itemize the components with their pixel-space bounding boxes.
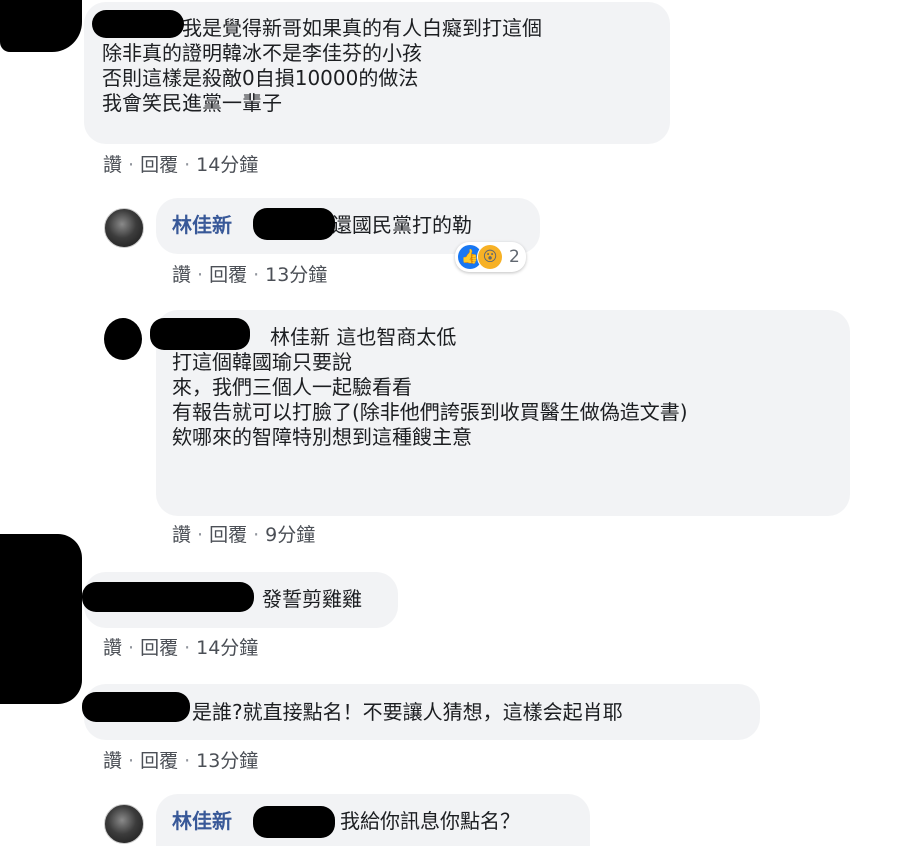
comment-text-line: 欸哪來的智障特別想到這種餿主意 — [172, 425, 472, 449]
redacted-avatar — [104, 318, 142, 360]
reply-button[interactable]: 回覆 — [209, 524, 247, 546]
reply-button[interactable]: 回覆 — [140, 154, 178, 176]
comment-text: 是誰?就直接點名！不要讓人猜想，這樣会起肖耶 — [192, 700, 623, 724]
comment-text-line: 打這個韓國瑜只要說 — [172, 350, 352, 374]
redacted-name — [253, 806, 335, 838]
like-button[interactable]: 讚 — [103, 750, 122, 772]
like-button[interactable]: 讚 — [172, 264, 191, 286]
comment-actions: 讚 · 回覆 · 13分鐘 — [103, 750, 259, 772]
reply-button[interactable]: 回覆 — [209, 264, 247, 286]
redacted-name — [150, 318, 250, 350]
comment-time[interactable]: 14分鐘 — [196, 154, 258, 176]
redacted-avatar — [0, 534, 82, 704]
like-button[interactable]: 讚 — [103, 637, 122, 659]
like-button[interactable]: 讚 — [103, 154, 122, 176]
reaction-summary[interactable]: 👍 😮 2 — [455, 242, 526, 272]
reply-button[interactable]: 回覆 — [140, 637, 178, 659]
comment-text: 還國民黨打的勒 — [332, 213, 472, 237]
commenter-name[interactable]: 林佳新 — [172, 213, 232, 237]
reaction-count: 2 — [509, 247, 520, 267]
comment-bubble: 林佳新 這也智商太低 打這個韓國瑜只要說 來，我們三個人一起驗看看 有報告就可以… — [156, 310, 850, 516]
comment-actions: 讚 · 回覆 · 14分鐘 — [103, 637, 259, 659]
comment-text-line: 我會笑民進黨一輩子 — [102, 91, 282, 115]
reply-button[interactable]: 回覆 — [140, 750, 178, 772]
comment-text-line: 有報告就可以打臉了(除非他們誇張到收買醫生做偽造文書) — [172, 400, 688, 424]
comment-text-line: 否則這樣是殺敵0自損10000的做法 — [102, 66, 419, 90]
comment-actions: 讚 · 回覆 · 14分鐘 — [103, 154, 259, 176]
redacted-avatar — [0, 0, 82, 52]
comment-bubble: 林佳新 我給你訊息你點名？ — [156, 794, 590, 846]
redacted-name — [92, 10, 184, 38]
comment-text-line: 我是覺得新哥如果真的有人白癡到打這個 — [182, 16, 542, 40]
comment-text: 我給你訊息你點名？ — [340, 809, 520, 833]
wow-reaction-icon: 😮 — [477, 244, 503, 270]
like-button[interactable]: 讚 — [172, 524, 191, 546]
redacted-name — [82, 582, 254, 612]
comment-text-line: 這也智商太低 — [336, 325, 457, 349]
comment-text-line: 除非真的證明韓冰不是李佳芬的小孩 — [102, 41, 422, 65]
tagged-name[interactable]: 林佳新 — [270, 325, 330, 349]
avatar[interactable] — [104, 804, 144, 844]
comment-actions: 讚 · 回覆 · 13分鐘 — [172, 264, 328, 286]
comment-text-line: 來，我們三個人一起驗看看 — [172, 375, 412, 399]
comment-time[interactable]: 9分鐘 — [265, 524, 315, 546]
comment-time[interactable]: 13分鐘 — [265, 264, 327, 286]
redacted-name — [253, 208, 335, 240]
commenter-name[interactable]: 林佳新 — [172, 809, 232, 833]
comment-time[interactable]: 13分鐘 — [196, 750, 258, 772]
redacted-name — [82, 692, 190, 722]
avatar[interactable] — [104, 208, 144, 248]
comment-actions: 讚 · 回覆 · 9分鐘 — [172, 524, 316, 546]
comment-time[interactable]: 14分鐘 — [196, 637, 258, 659]
